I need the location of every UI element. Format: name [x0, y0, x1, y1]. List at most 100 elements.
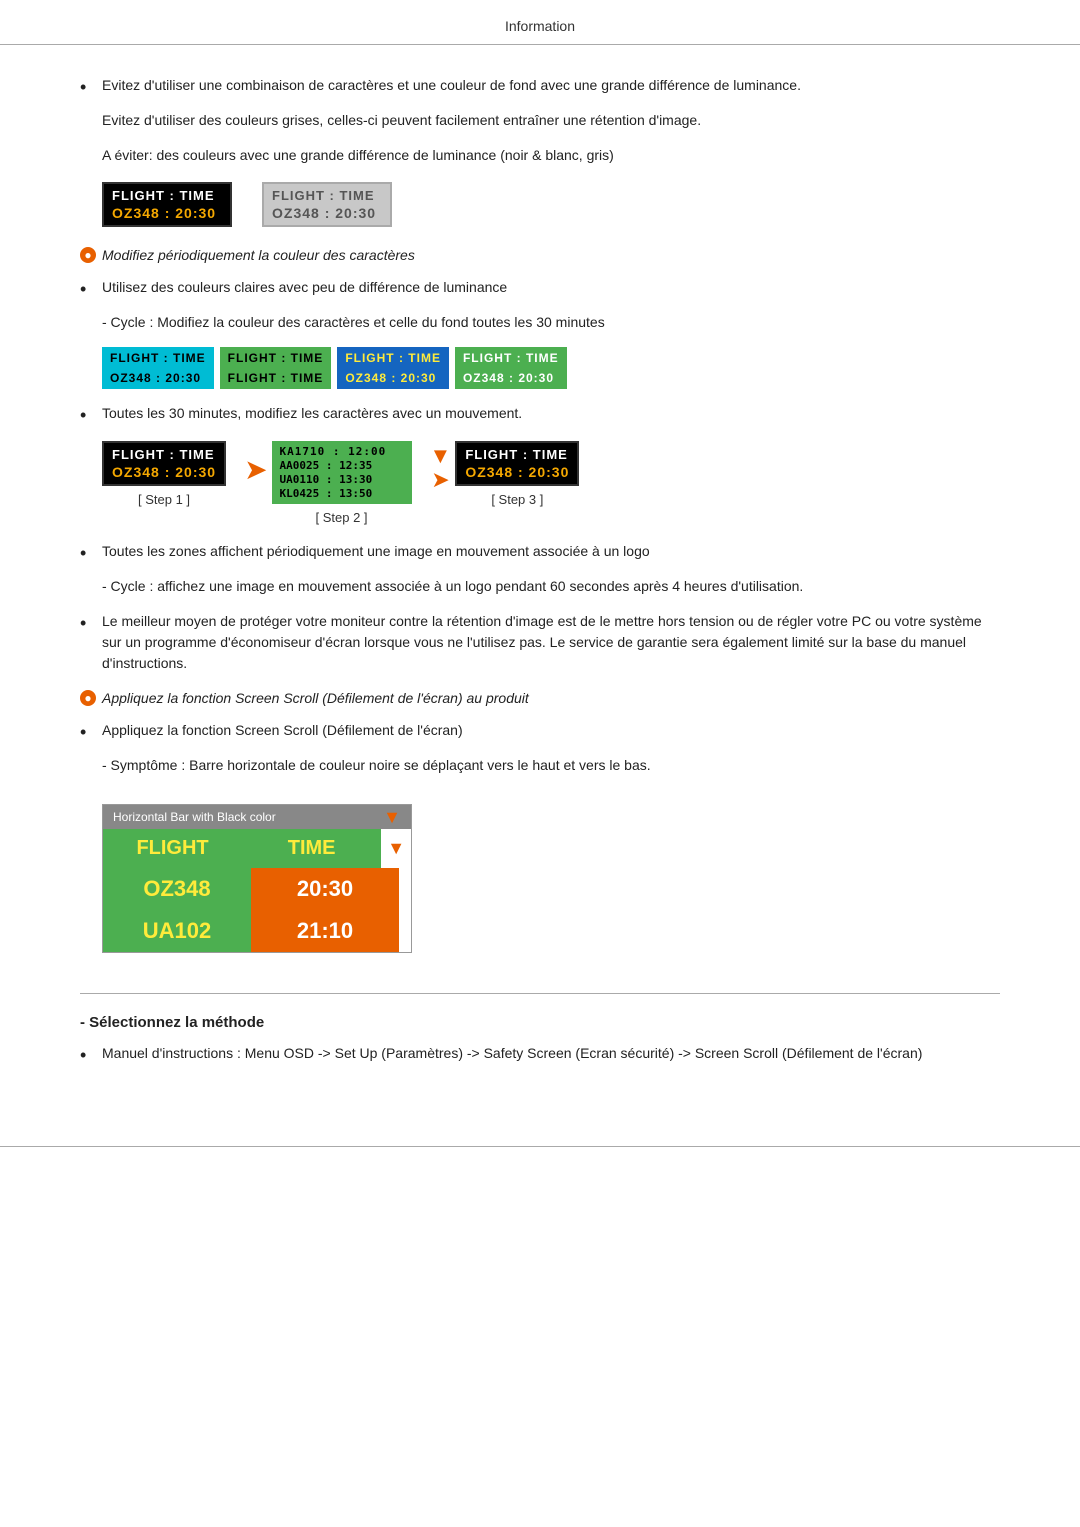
cycle-green-r1: FLIGHT : TIME	[228, 351, 324, 367]
indent-2-text: A éviter: des couleurs avec une grande d…	[102, 147, 614, 163]
cycle-box-cyan: FLIGHT : TIME OZ348 : 20:30	[102, 347, 214, 389]
hbar-row1-arrow-icon: ▼	[387, 838, 405, 859]
cycle-yb-r2: OZ348 : 20:30	[345, 371, 441, 385]
cycle-yb-r1: FLIGHT : TIME	[345, 351, 441, 367]
cycle-cyan-r2: OZ348 : 20:30	[110, 371, 206, 385]
italic-note-1: ● Modifiez périodiquement la couleur des…	[80, 247, 1000, 263]
bullet-2-text: Utilisez des couleurs claires avec peu d…	[102, 277, 507, 298]
step-3-item: FLIGHT : TIME OZ348 : 20:30 [ Step 3 ]	[455, 441, 579, 507]
hbar-title-text: Horizontal Bar with Black color	[113, 810, 276, 824]
indent-4-text: - Cycle : affichez une image en mouvemen…	[102, 578, 803, 594]
hbar-row2-left: OZ348	[103, 868, 251, 910]
flight-box-black: FLIGHT : TIME OZ348 : 20:30	[102, 182, 232, 227]
step-arrows-2: ▼ ➤	[430, 445, 452, 491]
step-2-item: KA1710 : 12:00 AA0025 : 12:35 UA0110 : 1…	[272, 441, 412, 525]
page-header: Information	[0, 0, 1080, 45]
indent-cycle-text: - Cycle : Modifiez la couleur des caract…	[102, 312, 1000, 333]
hbar-title-bar: Horizontal Bar with Black color ▼	[103, 805, 411, 829]
step1-label: [ Step 1 ]	[138, 492, 190, 507]
bullet-dot-1: •	[80, 75, 98, 100]
cycle-demo: FLIGHT : TIME OZ348 : 20:30 FLIGHT : TIM…	[102, 347, 1000, 389]
bullet-4: • Toutes les zones affichent périodiquem…	[80, 541, 1000, 566]
indent-block-1: Evitez d'utiliser des couleurs grises, c…	[102, 110, 1000, 131]
step-1-item: FLIGHT : TIME OZ348 : 20:30 [ Step 1 ]	[102, 441, 226, 507]
hbar-row2-right: 20:30	[251, 868, 399, 910]
step2-box-r4: KL0425 : 13:50	[280, 487, 404, 500]
bullet-4-text: Toutes les zones affichent périodiquemen…	[102, 541, 650, 562]
flight-box-gray-row1: FLIGHT : TIME	[272, 188, 382, 205]
indent-6-text: - Symptôme : Barre horizontale de couleu…	[102, 757, 651, 773]
bullet-2: • Utilisez des couleurs claires avec peu…	[80, 277, 1000, 302]
bullet-3-text: Toutes les 30 minutes, modifiez les cara…	[102, 403, 522, 424]
main-content: • Evitez d'utiliser une combinaison de c…	[0, 45, 1080, 1116]
hbar-row2-arrow	[399, 868, 411, 910]
header-title: Information	[505, 18, 575, 34]
step2-box-r1: KA1710 : 12:00	[280, 445, 404, 459]
orange-icon-2: ●	[80, 690, 96, 706]
hbar-row1-right: TIME	[242, 829, 381, 868]
cycle-wg-r2: OZ348 : 20:30	[463, 371, 559, 385]
flight-box-black-row1: FLIGHT : TIME	[112, 188, 222, 205]
step1-box-r1: FLIGHT : TIME	[112, 447, 216, 464]
arrow-right-icon-1: ➤	[244, 453, 267, 486]
step3-box: FLIGHT : TIME OZ348 : 20:30	[455, 441, 579, 486]
indent-block-2: A éviter: des couleurs avec une grande d…	[102, 145, 1000, 166]
bullet-dot-2: •	[80, 277, 98, 302]
bottom-bullet-text: Manuel d'instructions : Menu OSD -> Set …	[102, 1043, 922, 1064]
hbar-row1: FLIGHT TIME ▼	[103, 829, 411, 868]
italic-note-1-text: Modifiez périodiquement la couleur des c…	[102, 247, 415, 263]
section-divider	[80, 993, 1000, 994]
step3-label: [ Step 3 ]	[491, 492, 543, 507]
step2-box-r2: AA0025 : 12:35	[280, 459, 404, 473]
hbar-row2: OZ348 20:30	[103, 868, 411, 910]
arrow-right-icon-2: ➤	[431, 469, 449, 491]
cycle-box-green: FLIGHT : TIME FLIGHT : TIME	[220, 347, 332, 389]
flight-box-black-row2: OZ348 : 20:30	[112, 205, 222, 221]
hbar-container: Horizontal Bar with Black color ▼ FLIGHT…	[102, 804, 412, 953]
hbar-row3: UA102 21:10	[103, 910, 411, 952]
flight-box-gray: FLIGHT : TIME OZ348 : 20:30	[262, 182, 392, 227]
bullet-1: • Evitez d'utiliser une combinaison de c…	[80, 75, 1000, 100]
flight-box-gray-row2: OZ348 : 20:30	[272, 205, 382, 221]
cycle-box-white-green: FLIGHT : TIME OZ348 : 20:30	[455, 347, 567, 389]
step2-box-r3: UA0110 : 13:30	[280, 473, 404, 487]
step3-box-r1: FLIGHT : TIME	[465, 447, 569, 464]
page-footer	[0, 1146, 1080, 1147]
arrow-down-icon-1: ▼	[430, 445, 452, 467]
hbar-row1-arrow: ▼	[381, 829, 411, 868]
step-demo: FLIGHT : TIME OZ348 : 20:30 [ Step 1 ] ➤…	[102, 441, 1000, 525]
demo-row-1: FLIGHT : TIME OZ348 : 20:30 FLIGHT : TIM…	[102, 182, 1000, 227]
step1-box: FLIGHT : TIME OZ348 : 20:30	[102, 441, 226, 486]
hbar-row3-left: UA102	[103, 910, 251, 952]
cycle-wg-r1: FLIGHT : TIME	[463, 351, 559, 367]
indent-1-text: Evitez d'utiliser des couleurs grises, c…	[102, 112, 701, 128]
cycle-cyan-r1: FLIGHT : TIME	[110, 351, 206, 367]
step-arrow-1: ➤	[244, 445, 271, 486]
bullet-5: • Le meilleur moyen de protéger votre mo…	[80, 611, 1000, 674]
select-method-heading: - Sélectionnez la méthode	[80, 1014, 1000, 1031]
cycle-text: - Cycle : Modifiez la couleur des caract…	[102, 314, 605, 330]
cycle-box-yellow-blue: FLIGHT : TIME OZ348 : 20:30	[337, 347, 449, 389]
italic-note-2: ● Appliquez la fonction Screen Scroll (D…	[80, 690, 1000, 706]
cycle-green-r2: FLIGHT : TIME	[228, 371, 324, 385]
step2-label: [ Step 2 ]	[316, 510, 368, 525]
step1-box-r2: OZ348 : 20:30	[112, 464, 216, 480]
bullet-dot-5: •	[80, 611, 98, 636]
italic-note-2-text: Appliquez la fonction Screen Scroll (Déf…	[102, 690, 529, 706]
hbar-row3-right: 21:10	[251, 910, 399, 952]
bullet-dot-6: •	[80, 720, 98, 745]
indent-block-6: - Symptôme : Barre horizontale de couleu…	[102, 755, 1000, 776]
bullet-dot-3: •	[80, 403, 98, 428]
step3-box-r2: OZ348 : 20:30	[465, 464, 569, 480]
bullet-3: • Toutes les 30 minutes, modifiez les ca…	[80, 403, 1000, 428]
step2-box: KA1710 : 12:00 AA0025 : 12:35 UA0110 : 1…	[272, 441, 412, 504]
hbar-demo: Horizontal Bar with Black color ▼ FLIGHT…	[102, 804, 412, 953]
indent-block-4: - Cycle : affichez une image en mouvemen…	[102, 576, 1000, 597]
bottom-bullet-dot: •	[80, 1043, 98, 1068]
bullet-1-text: Evitez d'utiliser une combinaison de car…	[102, 75, 801, 96]
bullet-5-text: Le meilleur moyen de protéger votre moni…	[102, 611, 1000, 674]
hbar-row3-arrow	[399, 910, 411, 952]
bullet-6-text: Appliquez la fonction Screen Scroll (Déf…	[102, 720, 463, 741]
bullet-dot-4: •	[80, 541, 98, 566]
bullet-6: • Appliquez la fonction Screen Scroll (D…	[80, 720, 1000, 745]
